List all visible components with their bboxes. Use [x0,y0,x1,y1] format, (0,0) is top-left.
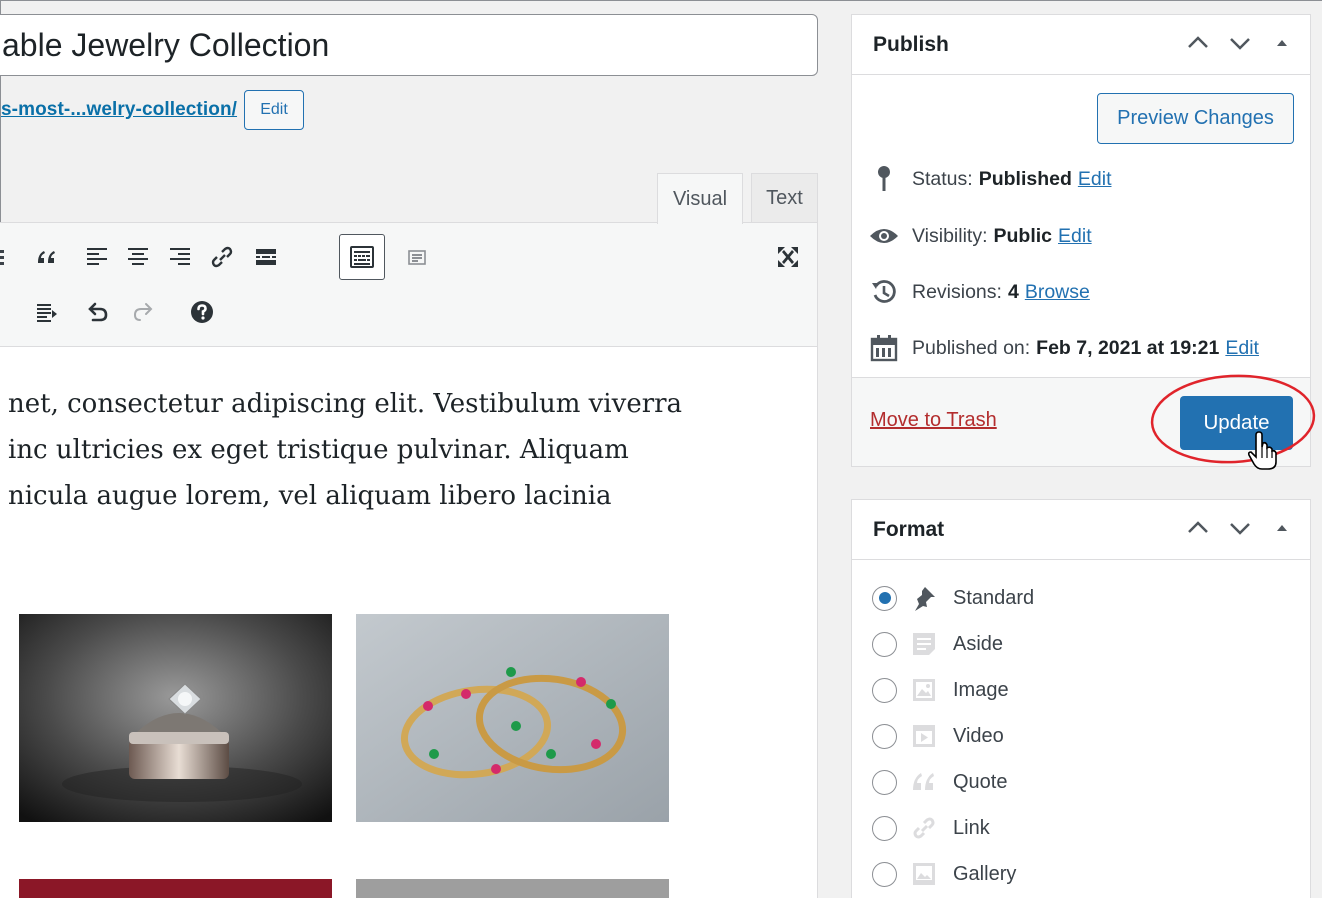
format-box: Format Standard Aside Image Video Quote … [851,499,1311,898]
align-center-icon[interactable] [118,237,158,277]
fullscreen-icon[interactable] [768,237,808,277]
move-down-icon[interactable] [1228,516,1252,545]
status-row: Status: Published Edit [868,163,1112,195]
format-option-image[interactable]: Image [872,673,1009,707]
format-label: Video [953,724,1004,747]
editor-area: net, consectetur adipiscing elit. Vestib… [0,222,818,898]
collapse-toggle-icon[interactable] [1270,516,1294,545]
read-more-icon[interactable] [246,237,286,277]
published-edit-link[interactable]: Edit [1225,337,1259,360]
radio-gallery[interactable] [872,861,897,887]
published-on-row: Published on: Feb 7, 2021 at 19:21 Edit [868,332,1259,364]
undo-icon[interactable] [77,292,117,332]
link-icon [909,813,939,843]
preview-changes-button[interactable]: Preview Changes [1097,93,1294,144]
permalink-link[interactable]: s-most-...welry-collection/ [1,99,237,121]
radio-image[interactable] [872,677,897,703]
format-option-gallery[interactable]: Gallery [872,857,1016,891]
blockquote-icon[interactable] [27,237,67,277]
visibility-value: Public [993,224,1053,247]
tab-text[interactable]: Text [751,173,818,223]
pushpin-icon [909,583,939,613]
partial-photo-red[interactable] [19,879,332,898]
content-line: net, consectetur adipiscing elit. Vestib… [8,389,683,419]
format-option-standard[interactable]: Standard [872,581,1034,615]
aside-icon [909,629,939,659]
radio-standard[interactable] [872,585,897,611]
format-label: Image [953,678,1009,701]
format-box-title: Format [873,517,945,541]
post-title-input[interactable]: able Jewelry Collection [0,14,818,76]
add-media-icon[interactable] [397,237,437,277]
help-icon[interactable] [182,292,222,332]
align-right-icon[interactable] [160,237,200,277]
revisions-value: 4 [1007,280,1019,303]
revisions-row: Revisions: 4 Browse [868,276,1090,308]
redo-icon[interactable] [124,292,164,332]
publish-box-title: Publish [873,32,949,56]
visibility-row: Visibility: Public Edit [868,220,1092,252]
radio-video[interactable] [872,723,897,749]
move-to-trash-link[interactable]: Move to Trash [870,409,997,432]
format-option-video[interactable]: Video [872,719,1004,753]
radio-link[interactable] [872,815,897,841]
hand-cursor-icon [1247,431,1277,470]
publish-box-controls [1186,31,1294,60]
link-icon[interactable] [202,237,242,277]
video-icon [909,721,939,751]
move-down-icon[interactable] [1228,31,1252,60]
gallery-icon [909,859,939,889]
content-line: inc ultricies ex eget tristique pulvinar… [8,435,629,465]
move-up-icon[interactable] [1186,31,1210,60]
eye-icon [868,220,900,252]
pin-icon [868,163,900,195]
toolbar-partial-icon [0,237,6,277]
format-box-controls [1186,516,1294,545]
editor-toolbar [0,223,817,347]
permalink-edit-button[interactable]: Edit [244,90,305,130]
ring-photo[interactable] [19,614,332,822]
tab-visual[interactable]: Visual [657,173,743,224]
revisions-browse-link[interactable]: Browse [1025,281,1090,304]
history-icon [868,276,900,308]
calendar-icon [868,332,900,364]
quote-icon [909,767,939,797]
format-option-quote[interactable]: Quote [872,765,1007,799]
format-label: Link [953,816,990,839]
radio-quote[interactable] [872,769,897,795]
visibility-label: Visibility: [912,224,988,247]
post-title-text: able Jewelry Collection [2,27,330,63]
status-value: Published [978,167,1072,190]
format-label: Standard [953,586,1035,609]
published-label: Published on: [912,336,1031,359]
visibility-edit-link[interactable]: Edit [1058,225,1092,248]
toolbar-toggle-icon[interactable] [339,234,385,280]
revisions-label: Revisions: [912,280,1002,303]
collapse-toggle-icon[interactable] [1270,31,1294,60]
align-left-icon[interactable] [77,237,117,277]
published-value: Feb 7, 2021 at 19:21 [1036,336,1220,359]
format-label: Gallery [953,862,1017,885]
format-label: Quote [953,770,1008,793]
format-option-aside[interactable]: Aside [872,627,1003,661]
content-line: nicula augue lorem, vel aliquam libero l… [8,481,612,511]
status-edit-link[interactable]: Edit [1078,168,1112,191]
editor-content[interactable]: net, consectetur adipiscing elit. Vestib… [8,381,708,519]
format-label: Aside [953,632,1004,655]
bangles-photo[interactable] [356,614,669,822]
move-up-icon[interactable] [1186,516,1210,545]
highlight-ring [1150,374,1316,464]
image-icon [909,675,939,705]
paste-text-icon[interactable] [27,292,67,332]
status-label: Status: [912,167,973,190]
radio-aside[interactable] [872,631,897,657]
permalink-row: s-most-...welry-collection/ Edit [1,90,305,130]
partial-photo-gray[interactable] [356,879,669,898]
format-option-link[interactable]: Link [872,811,990,845]
